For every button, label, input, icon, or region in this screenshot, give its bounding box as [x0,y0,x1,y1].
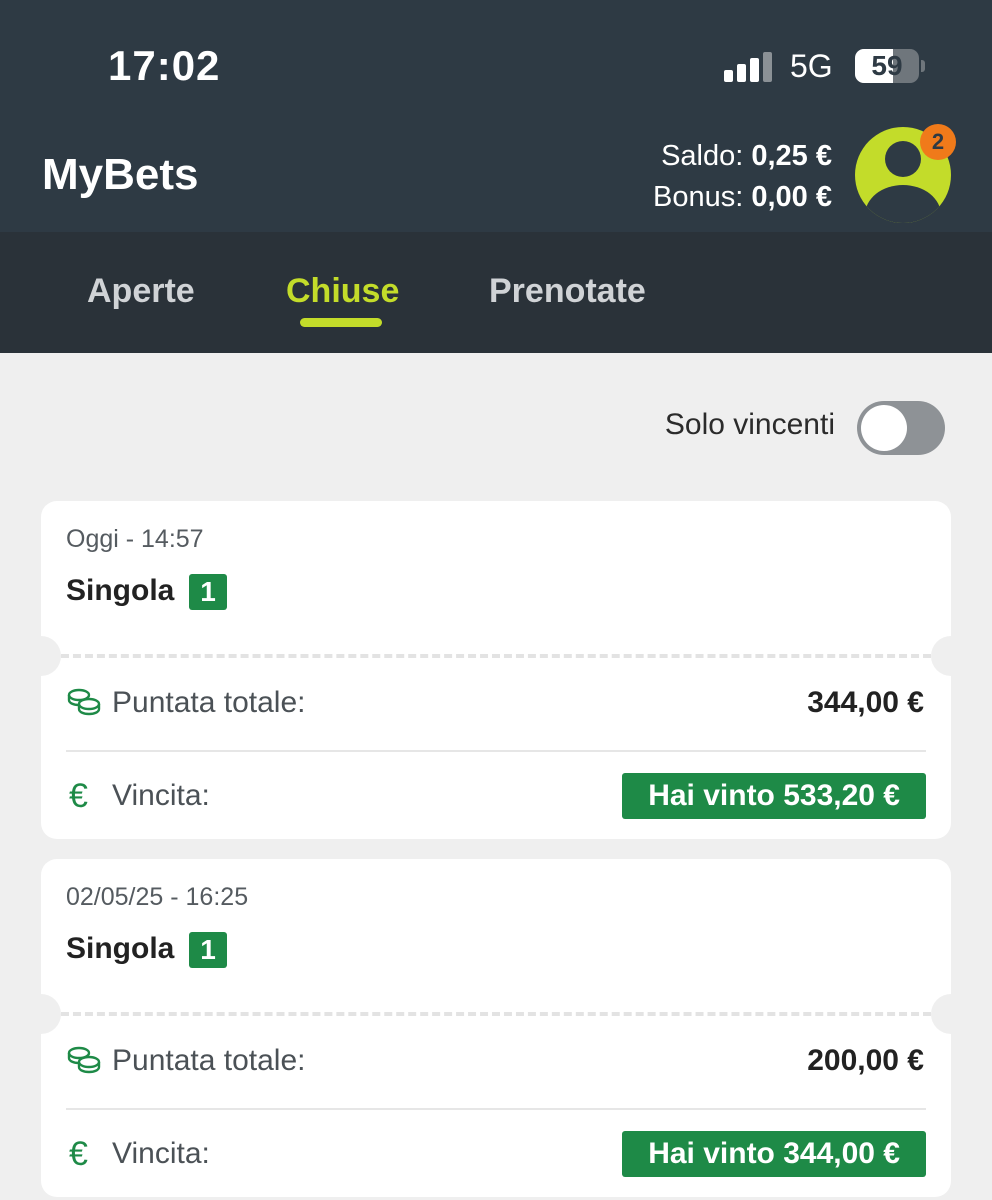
bet-card[interactable]: 02/05/25 - 16:25 Singola 1 Puntata total… [21,859,971,1197]
solo-vincenti-toggle[interactable] [857,401,945,455]
saldo-value: 0,25 € [751,140,832,172]
tab-aperte[interactable]: Aperte [87,272,195,311]
win-label: Vincita: [112,1137,210,1170]
saldo-label: Saldo: [661,140,744,172]
coins-stack-icon [67,688,101,716]
tab-prenotate[interactable]: Prenotate [489,272,646,311]
bonus-label: Bonus: [653,181,744,213]
selection-count-badge: 1 [189,574,227,610]
ticket-divider [61,1012,931,1016]
bet-date: Oggi - 14:57 [66,525,204,553]
win-amount-badge: Hai vinto 344,00 € [622,1131,926,1177]
avatar-body [865,185,941,223]
account-balance: Saldo: 0,25 € Bonus: 0,00 € [653,136,832,218]
toggle-knob [861,405,907,451]
euro-icon: € [69,1135,88,1173]
euro-icon: € [69,777,88,815]
network-type: 5G [790,48,833,84]
battery-nub [921,60,925,72]
coins-stack-icon [67,1046,101,1074]
selection-count-badge: 1 [189,932,227,968]
row-separator [66,1108,926,1110]
cellular-signal-icon [724,52,774,82]
ticket-notch-right [931,636,971,676]
win-amount-badge: Hai vinto 533,20 € [622,773,926,819]
bet-card[interactable]: Oggi - 14:57 Singola 1 Puntata totale: 3… [21,501,971,839]
tab-chiuse[interactable]: Chiuse [286,272,399,311]
win-label: Vincita: [112,779,210,812]
ticket-divider [61,654,931,658]
active-tab-indicator [300,318,382,327]
app-header: 17:02 5G 59 MyBets Saldo: 0,25 € Bonus: … [0,0,992,232]
stake-value: 344,00 € [807,686,924,719]
ticket-notch-right [931,994,971,1034]
saldo-row: Saldo: 0,25 € [653,136,832,177]
avatar-head [885,141,921,177]
ticket-notch-left [21,994,61,1034]
status-time: 17:02 [108,42,221,89]
stake-label: Puntata totale: [112,686,306,719]
bonus-row: Bonus: 0,00 € [653,177,832,218]
notification-badge[interactable]: 2 [920,124,956,160]
row-separator [66,750,926,752]
battery-icon: 59 [855,49,919,83]
ticket-notch-left [21,636,61,676]
solo-vincenti-label: Solo vincenti [664,408,835,441]
bet-type: Singola [66,574,175,607]
stake-value: 200,00 € [807,1044,924,1077]
page-title: MyBets [42,150,199,199]
bet-date: 02/05/25 - 16:25 [66,883,249,911]
bonus-value: 0,00 € [751,181,832,213]
battery-level: 59 [871,50,903,81]
bet-type: Singola [66,932,175,965]
stake-label: Puntata totale: [112,1044,306,1077]
